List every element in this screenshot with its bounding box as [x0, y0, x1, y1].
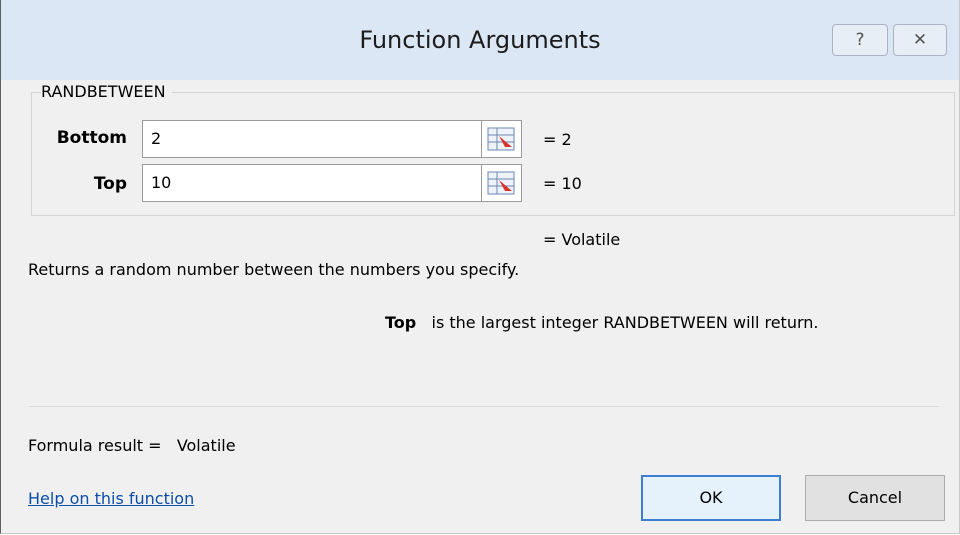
range-select-icon — [487, 171, 515, 195]
formula-result-value: Volatile — [176, 436, 236, 455]
top-arg-value: = 10 — [543, 174, 582, 193]
bottom-arg-label: Bottom — [56, 128, 127, 148]
cancel-button[interactable]: Cancel — [805, 475, 945, 521]
function-description: Returns a random number between the numb… — [28, 260, 520, 279]
bottom-range-select-button[interactable] — [482, 120, 522, 158]
close-icon: ✕ — [912, 30, 928, 50]
arg-help: Top is the largest integer RANDBETWEEN w… — [385, 313, 819, 332]
top-range-select-button[interactable] — [482, 164, 522, 202]
top-arg-input[interactable]: 10 — [142, 164, 482, 202]
bottom-arg-value: = 2 — [543, 130, 572, 149]
function-arguments-dialog: Function Arguments ? ✕ RANDBETWEEN Botto… — [0, 0, 960, 534]
function-name-label: RANDBETWEEN — [41, 82, 172, 101]
dialog-title: Function Arguments — [359, 26, 601, 54]
help-button[interactable]: ? — [832, 24, 888, 56]
ok-button[interactable]: OK — [641, 475, 781, 521]
formula-result-label: Formula result = — [28, 436, 162, 455]
arg-help-text: is the largest integer RANDBETWEEN will … — [431, 313, 819, 332]
bottom-arg-input[interactable]: 2 — [142, 120, 482, 158]
arg-help-name: Top — [385, 313, 417, 332]
divider — [29, 406, 939, 407]
help-on-this-function-link[interactable]: Help on this function — [28, 489, 194, 508]
range-select-icon — [487, 127, 515, 151]
close-button[interactable]: ✕ — [893, 24, 947, 56]
formula-result: Formula result = Volatile — [28, 436, 236, 455]
top-arg-label: Top — [93, 174, 127, 194]
question-mark-icon: ? — [855, 30, 865, 50]
function-result-value: = Volatile — [543, 230, 621, 249]
title-bar[interactable]: Function Arguments ? ✕ — [1, 0, 959, 80]
